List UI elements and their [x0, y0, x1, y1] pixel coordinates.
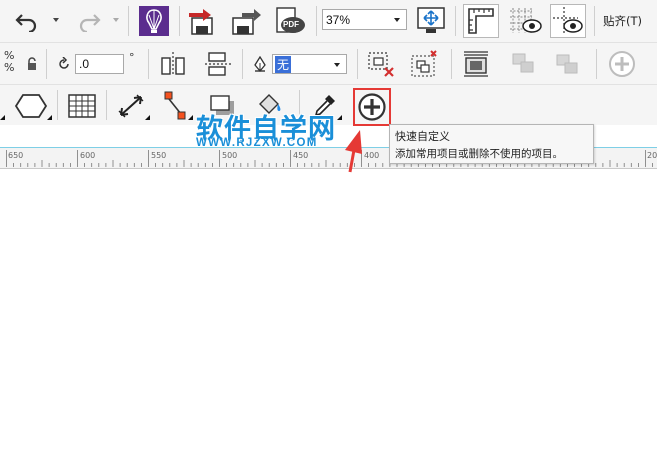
snap-to-menu[interactable]: 贴齐(T): [603, 13, 642, 29]
redo-button[interactable]: [74, 8, 104, 34]
toolbar-separator: [148, 49, 149, 79]
quick-customize-tooltip: 快速自定义 添加常用项目或删除不使用的项目。: [389, 124, 594, 164]
zoom-dropdown-icon[interactable]: [394, 18, 400, 22]
toolbar-separator: [46, 49, 47, 79]
corel-connect-button[interactable]: [138, 5, 170, 37]
connector-icon: [164, 91, 186, 120]
object-order-button[interactable]: [458, 48, 494, 80]
toolbar-separator: [57, 90, 58, 120]
plus-circle-icon: [609, 51, 635, 77]
tooltip-description: 添加常用项目或删除不使用的项目。: [395, 148, 563, 160]
toolbar-separator: [451, 49, 452, 79]
mirror-horizontal-icon: [161, 52, 185, 76]
show-rulers-button[interactable]: [463, 4, 499, 38]
grid-eye-icon: [510, 8, 542, 33]
quick-customize-button[interactable]: [353, 88, 391, 126]
dimension-tool-button[interactable]: [113, 91, 149, 121]
watermark-url: WWW.RJZXW.COM: [196, 137, 318, 149]
flyout-corner-icon: [47, 115, 52, 120]
break-apart-icon: [556, 54, 578, 74]
ruler-label: 600: [80, 151, 96, 160]
break-apart-button[interactable]: [550, 49, 584, 79]
show-grid-button[interactable]: [507, 4, 543, 38]
plus-circle-icon: [358, 93, 386, 121]
scale-percent-labels: % %: [4, 50, 14, 74]
pen-nib-icon: [254, 56, 266, 72]
guidelines-eye-icon: [553, 7, 583, 34]
rotation-angle-value: .0: [79, 57, 90, 71]
ruler-label: 450: [293, 151, 309, 160]
outline-dropdown-icon[interactable]: [334, 63, 340, 67]
combine-icon: [411, 50, 437, 77]
mirror-horizontal-button[interactable]: [157, 49, 189, 79]
zoom-to-page-icon: [417, 7, 445, 33]
outline-width-select[interactable]: 无: [272, 54, 347, 74]
table-grid-icon: [68, 94, 96, 118]
publish-pdf-button[interactable]: PDF: [272, 5, 308, 37]
flyout-corner-icon: [337, 115, 342, 120]
ruler-label: 550: [151, 151, 167, 160]
toolbar-separator: [128, 6, 129, 36]
flyout-corner-icon: [0, 115, 5, 120]
outline-pen-label: [252, 55, 268, 73]
redo-dropdown-icon[interactable]: [113, 18, 119, 22]
dimension-arrow-icon: [118, 94, 144, 118]
property-bar: % % .0 ° 无: [0, 43, 657, 85]
mirror-vertical-icon: [205, 52, 231, 76]
rulers-icon: [468, 8, 494, 34]
table-tool-button[interactable]: [64, 91, 100, 121]
outline-width-value: 无: [275, 55, 292, 73]
combine-button[interactable]: [405, 48, 441, 80]
import-icon: [189, 9, 213, 35]
pdf-badge-label: PDF: [283, 20, 299, 29]
ruler-label: 20: [647, 151, 657, 160]
ruler-label: 650: [8, 151, 24, 160]
ungroup-button[interactable]: [363, 48, 399, 80]
align-distribute-button[interactable]: [507, 49, 541, 79]
ungroup-icon: [368, 52, 394, 77]
flyout-corner-icon: [188, 115, 193, 120]
mirror-vertical-button[interactable]: [202, 49, 234, 79]
undo-dropdown-icon[interactable]: [53, 18, 59, 22]
lock-ratio-button[interactable]: [24, 55, 40, 73]
toolbar-separator: [106, 90, 107, 120]
hexagon-icon: [14, 94, 48, 118]
full-screen-preview-button[interactable]: [415, 5, 447, 37]
align-objects-icon: [512, 53, 534, 73]
drawing-canvas[interactable]: [0, 169, 657, 469]
toolbar-separator: [316, 6, 317, 36]
ruler-label: 500: [222, 151, 238, 160]
lock-icon: [28, 57, 36, 70]
export-button[interactable]: [229, 5, 263, 37]
arrange-order-icon: [464, 51, 488, 77]
toolbar-separator: [455, 6, 456, 36]
import-button[interactable]: [186, 5, 220, 37]
corel-balloon-icon: [139, 6, 169, 36]
rotation-angle-input[interactable]: .0: [75, 54, 124, 74]
show-guidelines-button[interactable]: [550, 4, 586, 38]
toolbar-separator: [179, 6, 180, 36]
undo-button[interactable]: [12, 8, 42, 34]
undo-icon: [15, 14, 37, 32]
quick-customize-property-bar-button[interactable]: [606, 49, 638, 79]
toolbar-separator: [596, 49, 597, 79]
rotate-icon: [59, 57, 69, 69]
redo-icon: [79, 14, 101, 32]
scale-y-percent: %: [4, 61, 15, 74]
rotation-label: [56, 55, 72, 73]
flyout-corner-icon: [145, 115, 150, 120]
toolbar-separator: [242, 49, 243, 79]
polygon-tool-button[interactable]: [12, 91, 50, 121]
tooltip-title: 快速自定义: [395, 130, 450, 143]
zoom-level-select[interactable]: 37%: [322, 9, 407, 30]
toolbar-separator: [594, 6, 595, 36]
toolbar-separator: [357, 49, 358, 79]
degree-symbol: °: [129, 51, 135, 64]
standard-toolbar: PDF 37% 贴齐(T): [0, 0, 657, 43]
export-icon: [232, 9, 261, 35]
zoom-level-value: 37%: [326, 12, 351, 27]
annotation-arrow-icon: [345, 130, 362, 173]
